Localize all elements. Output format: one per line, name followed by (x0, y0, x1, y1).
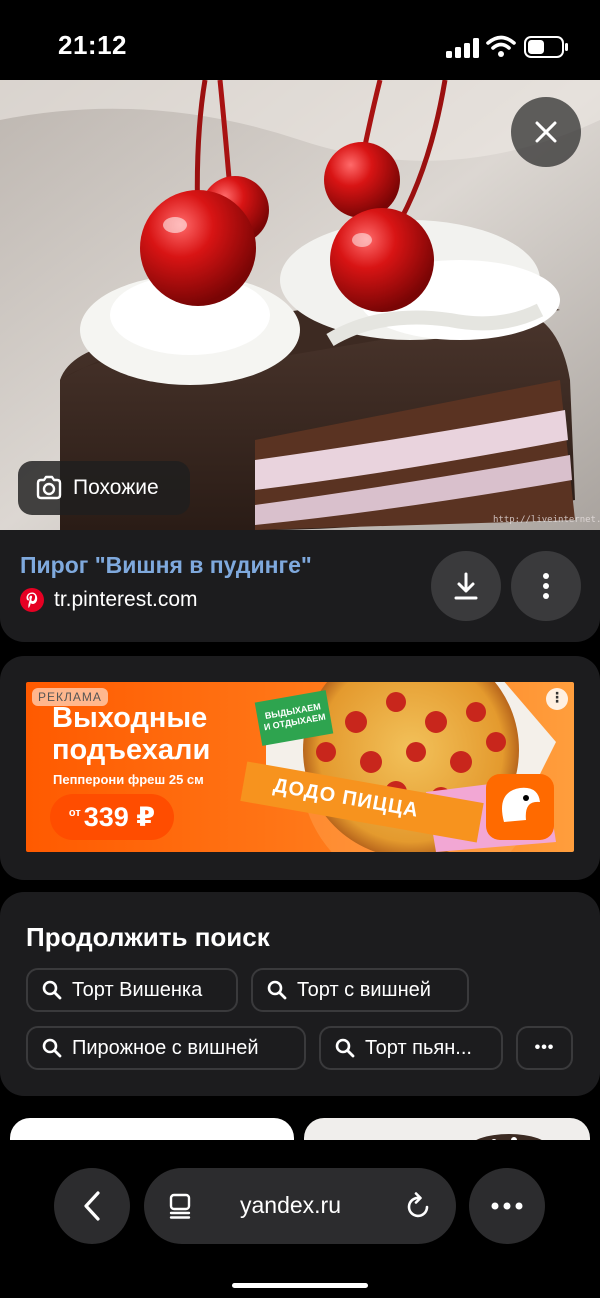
vertical-dots-icon (543, 573, 549, 599)
search-suggestion-label: Торт пьян... (365, 1036, 472, 1059)
battery-icon (524, 36, 568, 58)
ad-options-button[interactable]: ⋮ (546, 688, 568, 710)
search-icon (267, 980, 287, 1000)
browser-menu-button[interactable] (469, 1168, 545, 1244)
close-icon (535, 121, 557, 143)
ad-banner[interactable]: РЕКЛАМА Выходные подъехали Пепперони фре… (26, 682, 574, 852)
search-suggestion-chip[interactable]: Торт Вишенка (26, 968, 238, 1012)
cellular-signal-icon (446, 38, 479, 58)
more-suggestions-icon: ••• (534, 1039, 555, 1056)
status-time: 21:12 (58, 30, 127, 60)
ad-card: РЕКЛАМА Выходные подъехали Пепперони фре… (0, 656, 600, 880)
pinterest-icon (20, 588, 44, 612)
reader-view-icon[interactable] (168, 1193, 194, 1219)
search-suggestion-label: Торт Вишенка (72, 978, 203, 1001)
url-text: yandex.ru (240, 1192, 342, 1218)
address-bar[interactable]: yandex.ru (144, 1168, 456, 1244)
ad-price-badge: от 339 ₽ (50, 794, 174, 840)
home-indicator[interactable] (232, 1283, 368, 1288)
search-icon (42, 980, 62, 1000)
ad-price-prefix: от (68, 807, 81, 819)
more-suggestions-button[interactable]: ••• (516, 1026, 573, 1070)
image-info-card: Пирог "Вишня в пудинге" tr.pinterest.com (0, 530, 600, 642)
continue-search-title: Продолжить поиск (26, 922, 270, 952)
reload-icon[interactable] (406, 1192, 432, 1220)
wifi-icon (486, 35, 516, 57)
back-button[interactable] (54, 1168, 130, 1244)
chevron-left-icon (84, 1191, 100, 1221)
ad-headline-line2: подъехали (52, 734, 211, 766)
camera-icon (36, 475, 62, 500)
browser-toolbar: yandex.ru (0, 1140, 600, 1298)
search-icon (335, 1038, 355, 1058)
search-suggestion-chip[interactable]: Торт пьян... (319, 1026, 503, 1070)
similar-images-button[interactable]: Похожие (18, 461, 190, 515)
image-title-link[interactable]: Пирог "Вишня в пудинге" (20, 552, 312, 579)
continue-search-card: Продолжить поиск Торт Вишенка Торт с виш… (0, 892, 600, 1096)
search-suggestion-label: Пирожное с вишней (72, 1036, 259, 1059)
search-suggestion-label: Торт с вишней (297, 978, 431, 1001)
ad-price: 339 ₽ (83, 801, 156, 832)
source-link[interactable]: tr.pinterest.com (20, 588, 198, 612)
ad-headline: Выходные подъехали (52, 702, 210, 766)
ad-subline: Пепперони фреш 25 см (53, 772, 204, 787)
ad-headline-line1: Выходные (52, 702, 208, 734)
source-domain: tr.pinterest.com (54, 588, 198, 611)
search-suggestion-chip[interactable]: Пирожное с вишней (26, 1026, 306, 1070)
close-button[interactable] (511, 97, 581, 167)
horizontal-dots-icon (491, 1202, 523, 1210)
similar-label: Похожие (73, 476, 159, 499)
more-options-button[interactable] (511, 551, 581, 621)
download-icon (454, 572, 478, 600)
search-suggestion-chip[interactable]: Торт с вишней (251, 968, 469, 1012)
download-button[interactable] (431, 551, 501, 621)
image-watermark: http://liveinternet.ru (493, 515, 600, 525)
status-bar: 21:12 (0, 0, 600, 80)
search-icon (42, 1038, 62, 1058)
